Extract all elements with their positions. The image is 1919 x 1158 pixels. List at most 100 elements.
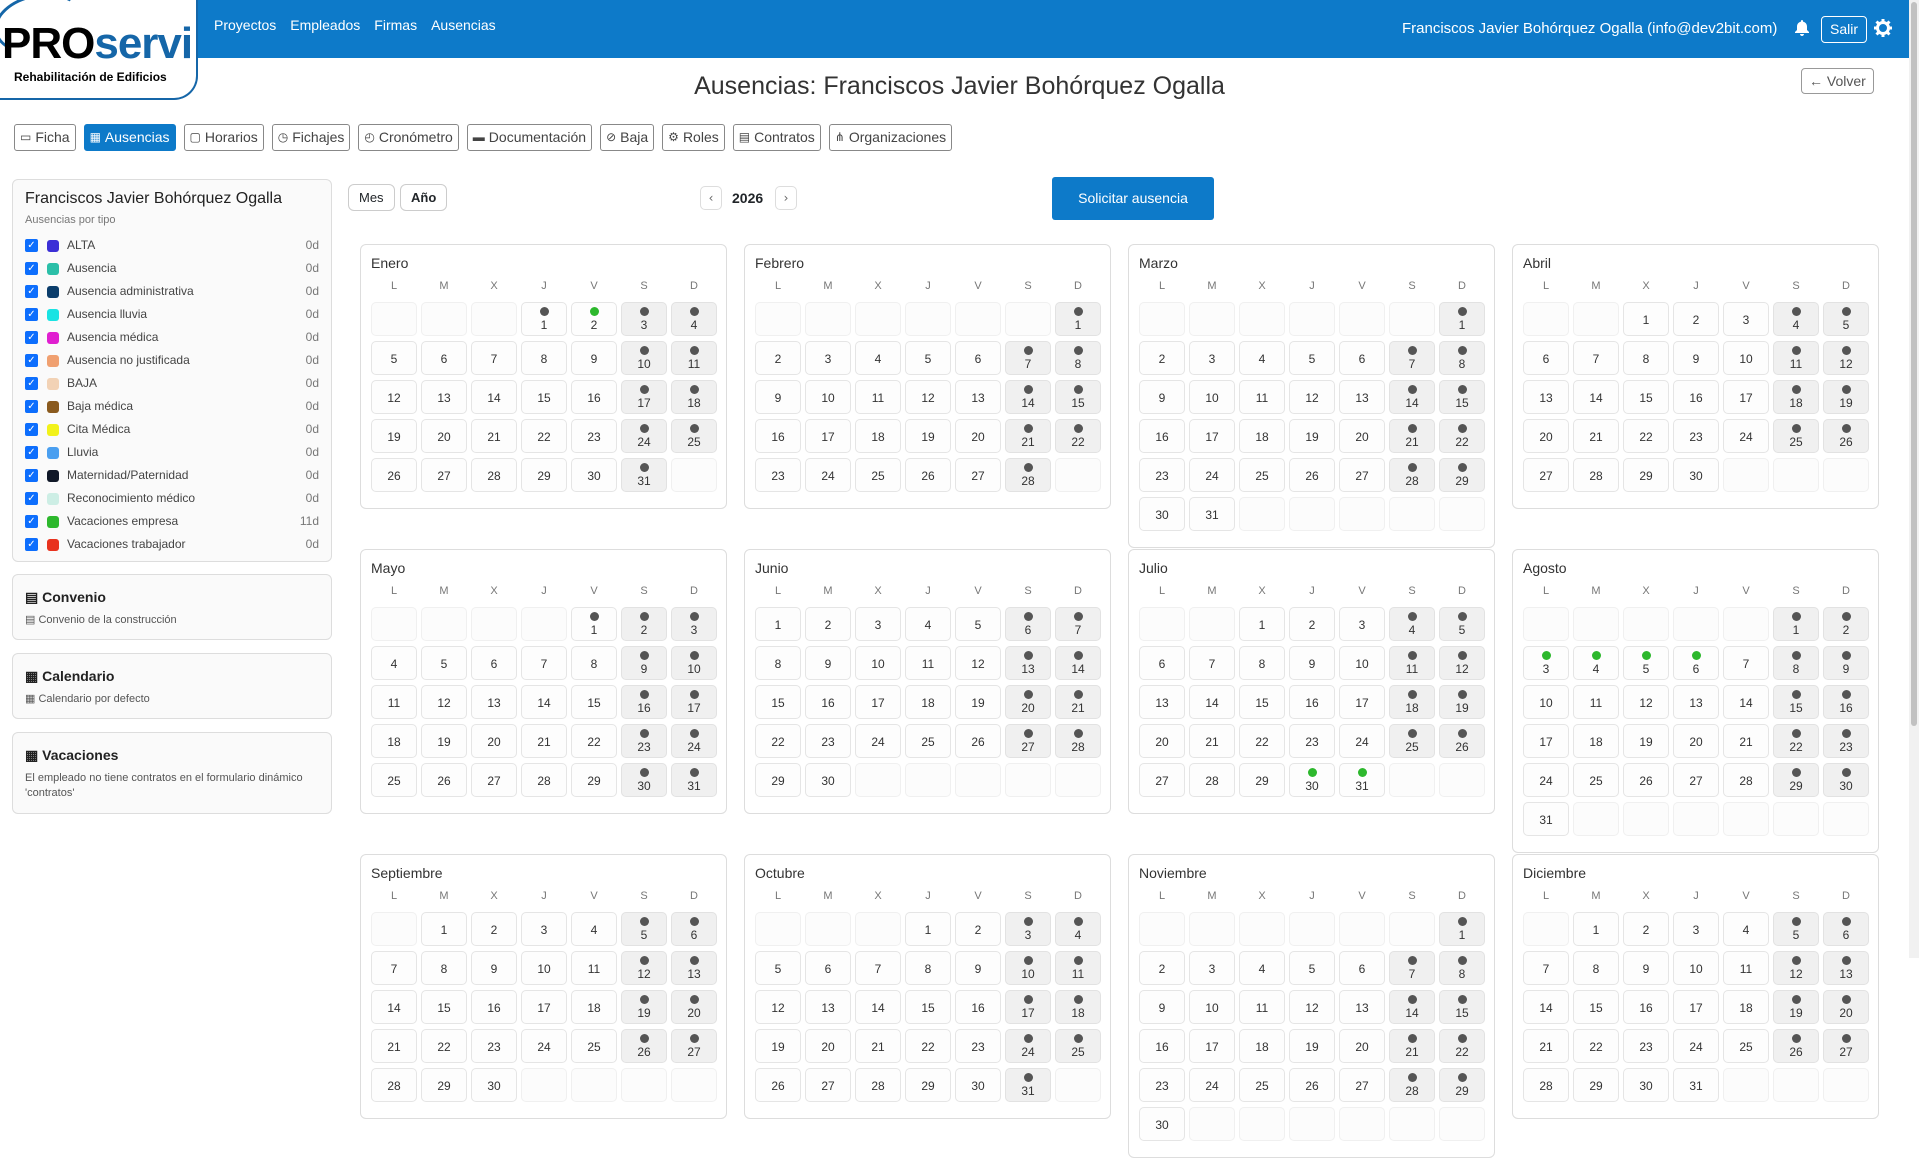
- calendar-day[interactable]: 25: [1573, 763, 1619, 797]
- calendar-day[interactable]: 7: [1055, 607, 1101, 641]
- calendar-day[interactable]: 5: [1439, 607, 1485, 641]
- calendar-day[interactable]: 7: [371, 951, 417, 985]
- calendar-day[interactable]: 1: [1773, 607, 1819, 641]
- calendar-day[interactable]: 17: [1723, 380, 1769, 414]
- calendar-day[interactable]: 21: [1055, 685, 1101, 719]
- calendar-day[interactable]: 22: [755, 724, 801, 758]
- calendar-day[interactable]: 24: [1189, 1068, 1235, 1102]
- calendar-day[interactable]: 17: [1673, 990, 1719, 1024]
- calendar-day[interactable]: 28: [521, 763, 567, 797]
- calendar-day[interactable]: 23: [955, 1029, 1001, 1063]
- calendar-day[interactable]: 3: [1189, 341, 1235, 375]
- calendar-day[interactable]: 30: [1623, 1068, 1669, 1102]
- calendar-day[interactable]: 28: [471, 458, 517, 492]
- calendar-day[interactable]: 11: [905, 646, 951, 680]
- calendar-day[interactable]: 20: [1005, 685, 1051, 719]
- calendar-day[interactable]: 25: [371, 763, 417, 797]
- calendar-day[interactable]: 26: [955, 724, 1001, 758]
- calendar-day[interactable]: 8: [1055, 341, 1101, 375]
- calendar-day[interactable]: 17: [1339, 685, 1385, 719]
- calendar-day[interactable]: 29: [755, 763, 801, 797]
- calendar-day[interactable]: 5: [421, 646, 467, 680]
- absence-type-checkbox[interactable]: ✓: [25, 538, 38, 551]
- calendar-day[interactable]: 11: [1389, 646, 1435, 680]
- calendar-day[interactable]: 5: [1289, 951, 1335, 985]
- calendar-day[interactable]: 24: [671, 724, 717, 758]
- calendar-day[interactable]: 3: [621, 302, 667, 336]
- calendar-day[interactable]: 27: [955, 458, 1001, 492]
- calendar-day[interactable]: 21: [1523, 1029, 1569, 1063]
- calendar-day[interactable]: 27: [1005, 724, 1051, 758]
- calendar-day[interactable]: 21: [855, 1029, 901, 1063]
- calendar-day[interactable]: 9: [1139, 990, 1185, 1024]
- calendar-day[interactable]: 6: [1005, 607, 1051, 641]
- calendar-day[interactable]: 30: [955, 1068, 1001, 1102]
- calendar-day[interactable]: 30: [471, 1068, 517, 1102]
- calendar-day[interactable]: 20: [1523, 419, 1569, 453]
- calendar-day[interactable]: 11: [1773, 341, 1819, 375]
- calendar-day[interactable]: 5: [1773, 912, 1819, 946]
- calendar-day[interactable]: 4: [1723, 912, 1769, 946]
- calendar-day[interactable]: 27: [1673, 763, 1719, 797]
- calendar-day[interactable]: 1: [1239, 607, 1285, 641]
- calendar-day[interactable]: 8: [571, 646, 617, 680]
- calendar-day[interactable]: 19: [1773, 990, 1819, 1024]
- calendar-day[interactable]: 16: [471, 990, 517, 1024]
- absence-type-checkbox[interactable]: ✓: [25, 492, 38, 505]
- calendar-day[interactable]: 22: [1623, 419, 1669, 453]
- request-absence-button[interactable]: Solicitar ausencia: [1052, 177, 1214, 220]
- calendar-day[interactable]: 2: [471, 912, 517, 946]
- calendar-day[interactable]: 18: [1389, 685, 1435, 719]
- calendar-day[interactable]: 10: [671, 646, 717, 680]
- calendar-day[interactable]: 5: [621, 912, 667, 946]
- calendar-day[interactable]: 9: [1673, 341, 1719, 375]
- calendar-day[interactable]: 3: [1339, 607, 1385, 641]
- absence-type-checkbox[interactable]: ✓: [25, 331, 38, 344]
- calendar-day[interactable]: 24: [1005, 1029, 1051, 1063]
- calendar-day[interactable]: 8: [1573, 951, 1619, 985]
- calendar-day[interactable]: 12: [1823, 341, 1869, 375]
- calendar-day[interactable]: 25: [1239, 1068, 1285, 1102]
- calendar-day[interactable]: 15: [1623, 380, 1669, 414]
- calendar-day[interactable]: 7: [1005, 341, 1051, 375]
- calendar-day[interactable]: 2: [805, 607, 851, 641]
- calendar-day[interactable]: 11: [371, 685, 417, 719]
- nav-empleados[interactable]: Empleados: [290, 17, 360, 33]
- calendar-day[interactable]: 14: [1389, 380, 1435, 414]
- calendar-day[interactable]: 5: [955, 607, 1001, 641]
- calendar-day[interactable]: 15: [1573, 990, 1619, 1024]
- calendar-day[interactable]: 4: [1055, 912, 1101, 946]
- calendar-day[interactable]: 28: [1389, 458, 1435, 492]
- calendar-day[interactable]: 15: [421, 990, 467, 1024]
- calendar-day[interactable]: 24: [855, 724, 901, 758]
- calendar-day[interactable]: 21: [371, 1029, 417, 1063]
- calendar-day[interactable]: 23: [1823, 724, 1869, 758]
- tab-organizaciones[interactable]: ⋔ Organizaciones: [828, 124, 953, 151]
- calendar-day[interactable]: 14: [1189, 685, 1235, 719]
- calendar-day[interactable]: 30: [1139, 1107, 1185, 1141]
- calendar-day[interactable]: 1: [521, 302, 567, 336]
- calendar-day[interactable]: 23: [471, 1029, 517, 1063]
- calendar-day[interactable]: 17: [1005, 990, 1051, 1024]
- calendar-day[interactable]: 9: [1823, 646, 1869, 680]
- calendar-day[interactable]: 7: [1523, 951, 1569, 985]
- absence-type-checkbox[interactable]: ✓: [25, 423, 38, 436]
- calendar-day[interactable]: 10: [805, 380, 851, 414]
- calendar-day[interactable]: 8: [1623, 341, 1669, 375]
- calendar-day[interactable]: 16: [571, 380, 617, 414]
- calendar-day[interactable]: 6: [1339, 341, 1385, 375]
- scrollbar-thumb[interactable]: [1911, 2, 1917, 726]
- calendar-day[interactable]: 29: [571, 763, 617, 797]
- calendar-day[interactable]: 23: [1673, 419, 1719, 453]
- calendar-day[interactable]: 3: [1189, 951, 1235, 985]
- calendar-day[interactable]: 20: [671, 990, 717, 1024]
- calendar-day[interactable]: 31: [1189, 497, 1235, 531]
- calendar-day[interactable]: 13: [1523, 380, 1569, 414]
- calendar-day[interactable]: 5: [1623, 646, 1669, 680]
- calendar-day[interactable]: 20: [1673, 724, 1719, 758]
- calendar-day[interactable]: 12: [1289, 990, 1335, 1024]
- absence-type-checkbox[interactable]: ✓: [25, 400, 38, 413]
- calendar-day[interactable]: 19: [755, 1029, 801, 1063]
- calendar-day[interactable]: 19: [421, 724, 467, 758]
- calendar-day[interactable]: 16: [1139, 1029, 1185, 1063]
